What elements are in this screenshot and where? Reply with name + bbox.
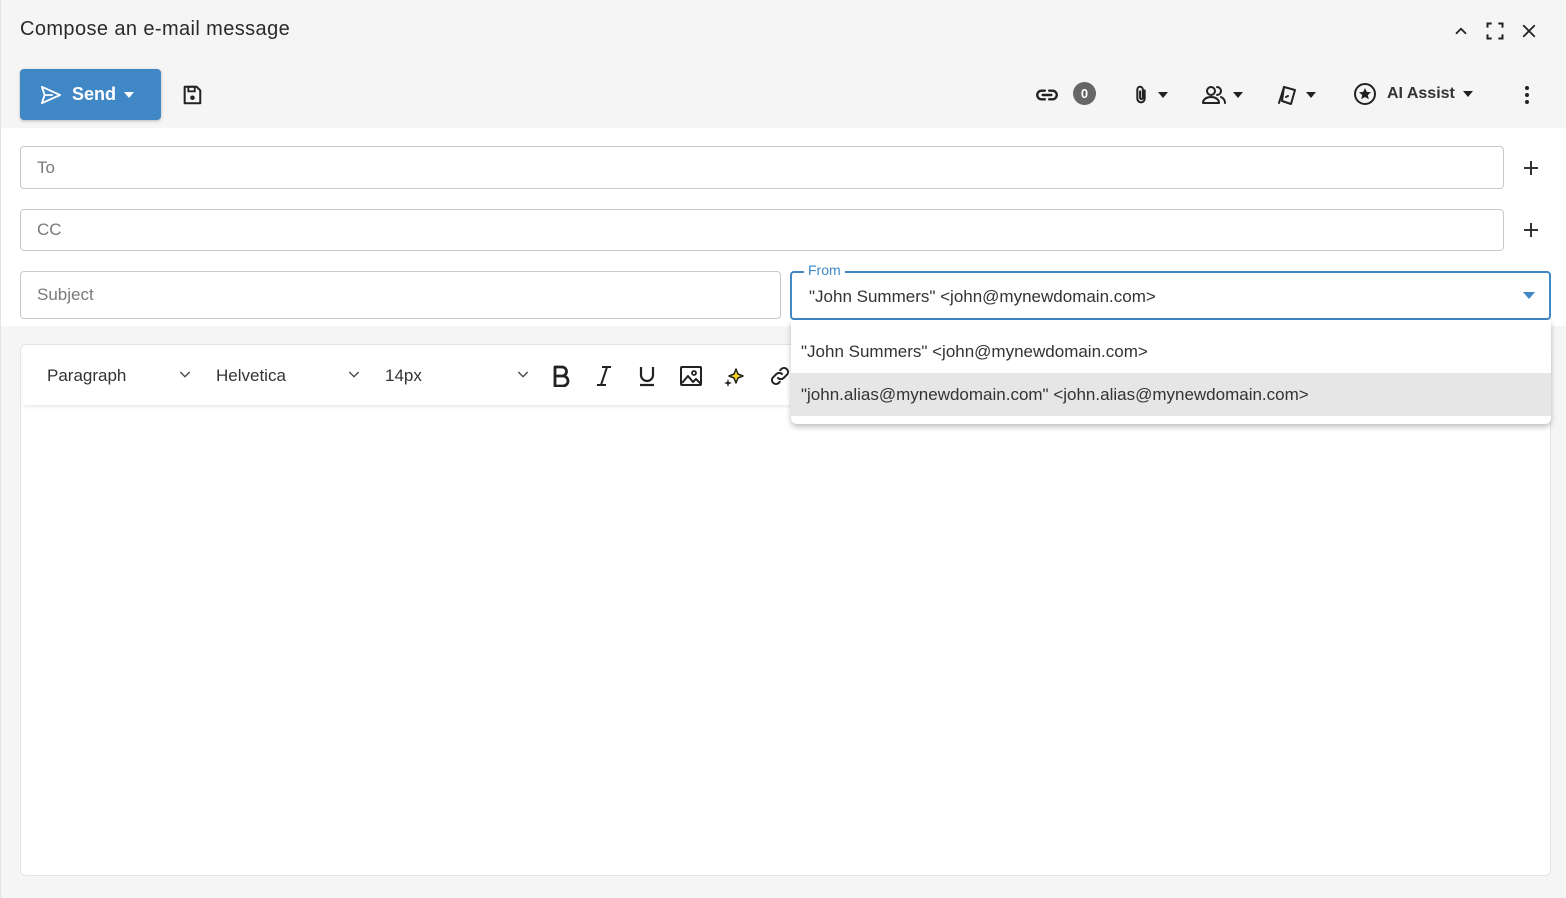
save-draft-button[interactable] <box>178 81 206 109</box>
to-input[interactable] <box>37 157 1503 178</box>
bold-button[interactable] <box>546 361 576 391</box>
italic-button[interactable] <box>589 361 619 391</box>
font-family-value: Helvetica <box>216 366 286 385</box>
add-to-button[interactable] <box>1520 157 1542 179</box>
window-title: Compose an e-mail message <box>20 18 291 40</box>
cc-input[interactable] <box>37 220 1503 240</box>
ai-assist-button[interactable]: AI Assist <box>1353 80 1473 108</box>
ai-star-icon <box>1354 83 1376 105</box>
link-icon <box>1036 89 1058 101</box>
from-label: From <box>804 262 845 278</box>
save-icon <box>183 85 202 105</box>
link-count-button[interactable] <box>1032 80 1062 110</box>
title-bar: Compose an e-mail message <box>1 0 1566 62</box>
compose-toolbar: Send 0 AI Assist <box>1 62 1566 128</box>
font-size-select[interactable]: 14px <box>385 363 531 389</box>
insert-image-button[interactable] <box>676 361 706 391</box>
send-button[interactable]: Send <box>20 69 161 120</box>
ai-assist-label: AI Assist <box>1387 85 1455 102</box>
sign-button[interactable] <box>1272 80 1320 110</box>
close-icon <box>1522 24 1536 38</box>
contacts-button[interactable] <box>1198 80 1246 110</box>
underline-icon <box>639 367 655 387</box>
font-family-select[interactable]: Helvetica <box>216 363 362 389</box>
chevron-down-icon <box>517 371 529 378</box>
subject-field[interactable] <box>20 271 781 319</box>
collapse-button[interactable] <box>1448 18 1474 44</box>
from-option[interactable]: "John Summers" <john@mynewdomain.com> <box>791 330 1551 373</box>
caret-down-icon <box>124 91 135 98</box>
chevron-down-icon <box>179 371 191 378</box>
font-size-value: 14px <box>385 366 422 385</box>
from-select[interactable]: From "John Summers" <john@mynewdomain.co… <box>790 262 1551 320</box>
paperclip-icon <box>1136 85 1146 104</box>
more-options-button[interactable] <box>1515 80 1539 110</box>
plus-icon <box>1524 223 1538 237</box>
caret-down-icon <box>1462 91 1473 97</box>
fullscreen-icon <box>1486 22 1504 40</box>
more-vertical-icon <box>1525 86 1529 104</box>
sign-icon <box>1278 86 1296 105</box>
caret-down-icon <box>1306 92 1316 98</box>
chevron-up-icon <box>1455 27 1467 35</box>
send-label: Send <box>72 84 117 104</box>
caret-down-icon <box>1158 92 1168 98</box>
block-format-select[interactable]: Paragraph <box>47 363 193 389</box>
block-format-value: Paragraph <box>47 366 127 385</box>
close-button[interactable] <box>1516 18 1542 44</box>
cc-field[interactable] <box>20 209 1504 251</box>
bold-icon <box>553 365 570 387</box>
subject-input[interactable] <box>37 285 780 305</box>
send-icon <box>41 85 61 104</box>
add-cc-button[interactable] <box>1520 219 1542 241</box>
contacts-icon <box>1202 86 1226 104</box>
fullscreen-button[interactable] <box>1482 18 1508 44</box>
bottom-strip <box>1 878 1566 898</box>
underline-button[interactable] <box>632 361 662 391</box>
caret-down-icon <box>1523 292 1535 299</box>
from-options-list: "John Summers" <john@mynewdomain.com> "j… <box>791 320 1551 424</box>
link-icon <box>771 367 789 385</box>
message-body[interactable] <box>21 407 1550 875</box>
link-count-badge: 0 <box>1073 82 1096 105</box>
compose-window: Compose an e-mail message Send 0 AI Assi… <box>0 0 1566 898</box>
plus-icon <box>1524 161 1538 175</box>
italic-icon <box>597 366 611 386</box>
to-field[interactable] <box>20 146 1504 189</box>
sparkle-icon <box>724 368 744 387</box>
from-option-highlighted[interactable]: "john.alias@mynewdomain.com" <john.alias… <box>791 373 1551 416</box>
from-value: "John Summers" <john@mynewdomain.com> <box>809 287 1156 306</box>
image-icon <box>680 366 702 386</box>
caret-down-icon <box>1233 92 1243 98</box>
attach-button[interactable] <box>1125 80 1173 110</box>
chevron-down-icon <box>348 371 360 378</box>
sparkle-button[interactable] <box>720 361 750 391</box>
